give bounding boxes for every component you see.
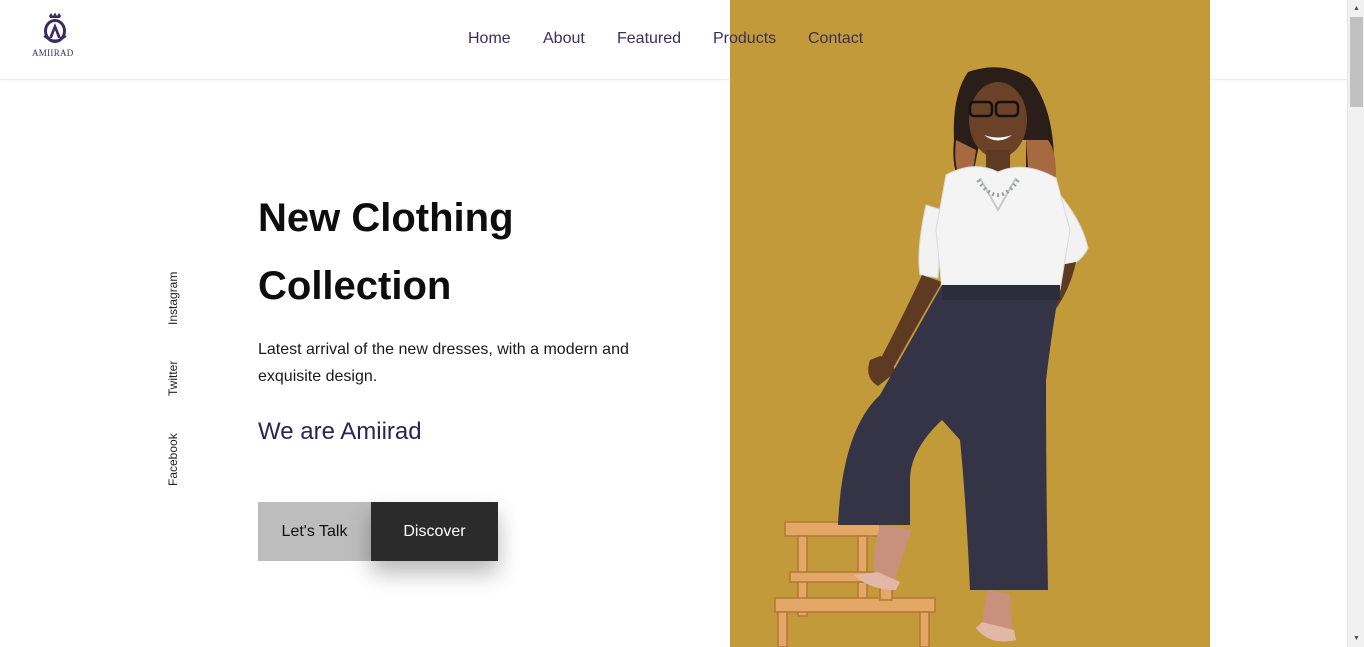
nav-contact[interactable]: Contact [808, 30, 863, 48]
nav-featured[interactable]: Featured [617, 30, 681, 48]
social-instagram-link[interactable]: Instagram [166, 272, 180, 325]
wooden-stool [774, 521, 936, 647]
nav-products[interactable]: Products [713, 30, 776, 48]
hero-image [730, 0, 1210, 647]
scroll-thumb[interactable] [1350, 17, 1363, 107]
main-nav: Home About Featured Products Contact [0, 30, 1347, 50]
discover-button[interactable]: Discover [371, 502, 498, 561]
lets-talk-button[interactable]: Let's Talk [258, 502, 371, 561]
hero-title: New Clothing Collection [258, 184, 678, 320]
scroll-up-arrow-icon[interactable]: ▲ [1348, 0, 1364, 17]
model-photo [774, 67, 1089, 647]
hero-tagline: We are Amiirad [258, 418, 422, 445]
hero-title-line1: New Clothing [258, 196, 514, 240]
social-twitter-link[interactable]: Twitter [166, 361, 180, 396]
nav-home[interactable]: Home [468, 30, 511, 48]
nav-about[interactable]: About [543, 30, 585, 48]
social-facebook-link[interactable]: Facebook [166, 433, 180, 486]
hero-title-line2: Collection [258, 264, 452, 308]
scroll-down-arrow-icon[interactable]: ▼ [1348, 630, 1364, 647]
vertical-scrollbar[interactable]: ▲ ▼ [1347, 0, 1364, 647]
page: AMIIRAD Home About Featured Products Con… [0, 0, 1347, 647]
hero-description: Latest arrival of the new dresses, with … [258, 341, 629, 385]
